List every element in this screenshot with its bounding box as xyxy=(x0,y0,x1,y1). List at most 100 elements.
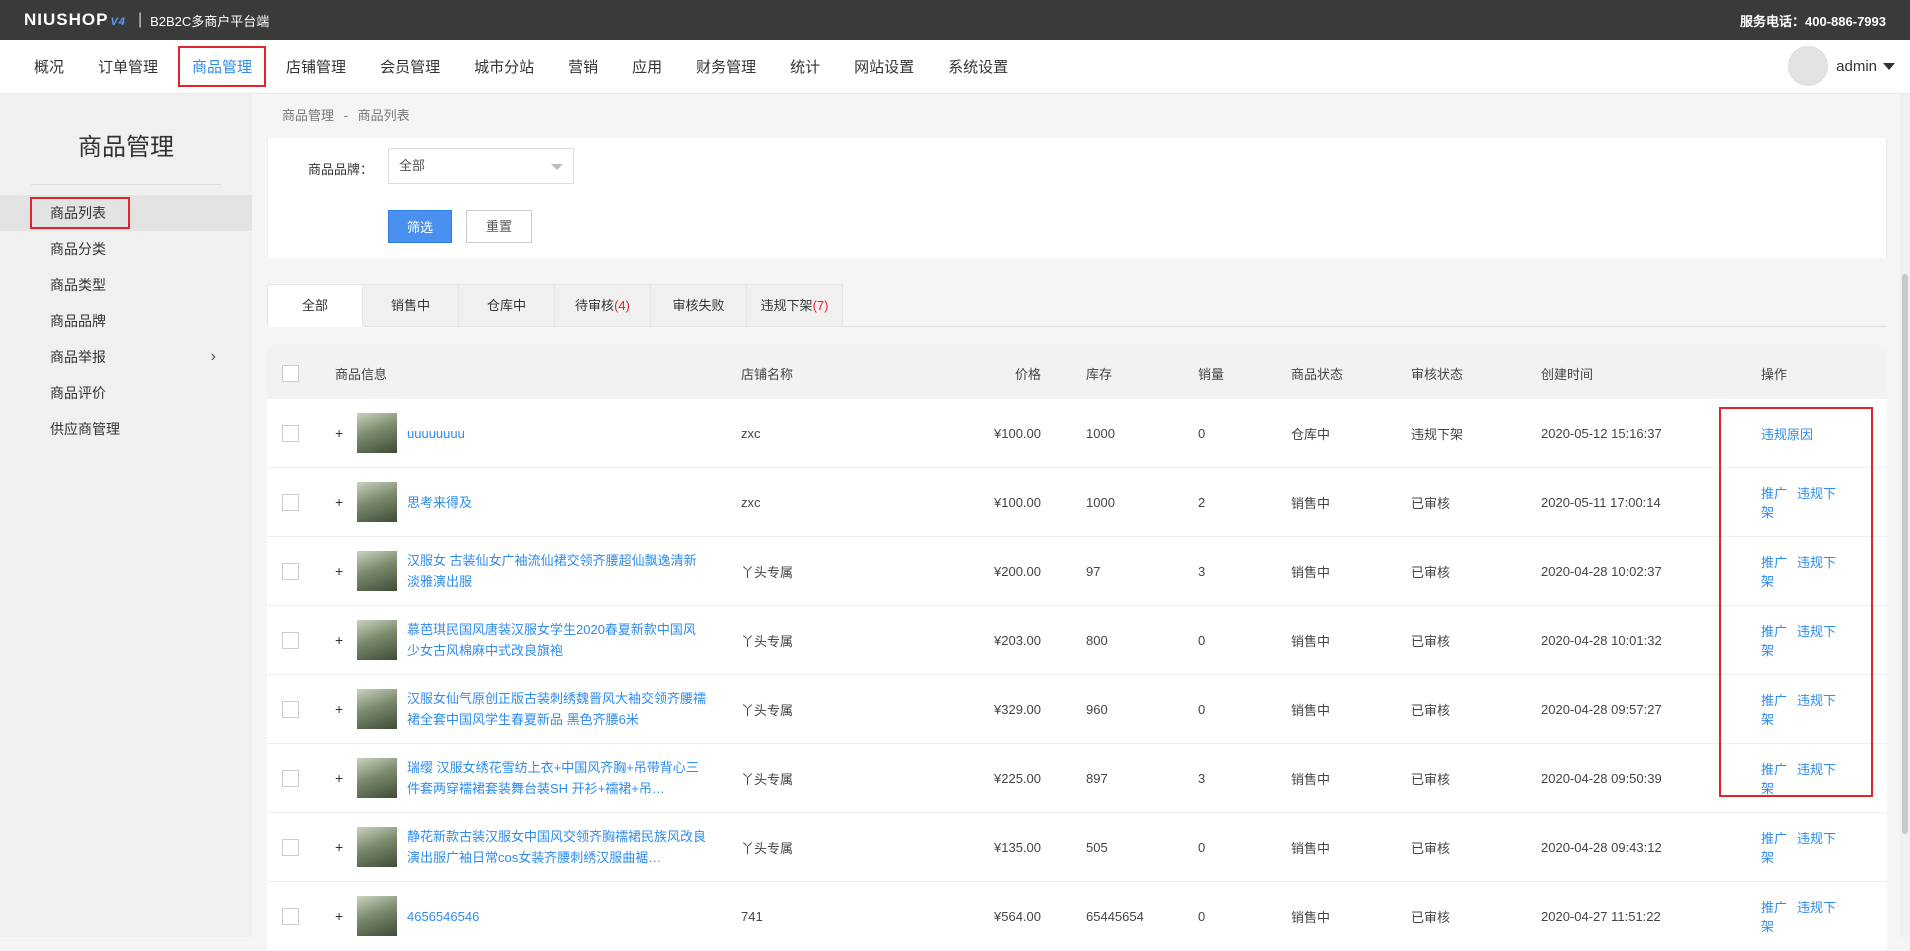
tab-pending-audit[interactable]: 待审核(4) xyxy=(555,284,651,327)
row-checkbox[interactable] xyxy=(282,769,299,787)
nav-members[interactable]: 会员管理 xyxy=(368,48,452,85)
tab-violation[interactable]: 违规下架(7) xyxy=(747,284,843,327)
tab-on-sale[interactable]: 销售中 xyxy=(363,284,459,327)
goods-name-link[interactable]: 静花新款古装汉服女中国风交领齐胸襦裙民族风改良演出服广袖日常cos女装齐腰刺绣汉… xyxy=(407,826,707,868)
audit-status: 已审核 xyxy=(1411,495,1451,511)
sidebar-item-goods-review[interactable]: 商品评价 xyxy=(0,375,252,411)
expand-icon[interactable]: + xyxy=(335,839,357,855)
sidebar-item-goods-brand[interactable]: 商品品牌 xyxy=(0,303,252,339)
row-check-cell xyxy=(267,493,335,511)
user-menu[interactable]: admin xyxy=(1788,46,1895,86)
nav-overview[interactable]: 概况 xyxy=(22,48,76,85)
audit-status: 已审核 xyxy=(1411,564,1451,580)
price: ¥200.00 xyxy=(994,563,1041,579)
table-row: + 瑞缨 汉服女绣花雪纺上衣+中国风齐胸+吊带背心三件套两穿襦裙套装舞台装SH 开… xyxy=(267,744,1887,813)
highlight-box xyxy=(30,197,130,229)
expand-icon[interactable]: + xyxy=(335,494,357,510)
tab-audit-failed[interactable]: 审核失败 xyxy=(651,284,747,327)
row-checkbox[interactable] xyxy=(282,493,299,511)
row-check-cell xyxy=(267,562,335,580)
expand-icon[interactable]: + xyxy=(335,563,357,579)
row-check-cell xyxy=(267,631,335,649)
goods-status: 销售中 xyxy=(1291,771,1331,787)
filter-button[interactable]: 筛选 xyxy=(388,210,452,243)
tab-all[interactable]: 全部 xyxy=(267,284,363,327)
header-sales: 销量 xyxy=(1198,366,1225,382)
sidebar-item-supplier[interactable]: 供应商管理 xyxy=(0,411,252,447)
expand-icon[interactable]: + xyxy=(335,632,357,648)
expand-icon[interactable]: + xyxy=(335,770,357,786)
avatar xyxy=(1788,46,1829,86)
row-checkbox[interactable] xyxy=(282,562,299,580)
sidebar: 商品管理 商品列表 商品分类 商品类型 商品品牌 商品举报 › 商品评价 供应商管… xyxy=(0,94,252,937)
status-tabs: 全部 销售中 仓库中 待审核(4) 审核失败 违规下架(7) xyxy=(267,284,1887,327)
nav-finance[interactable]: 财务管理 xyxy=(684,48,768,85)
nav-marketing[interactable]: 营销 xyxy=(556,48,610,85)
nav-goods[interactable]: 商品管理 xyxy=(178,46,267,87)
goods-name-link[interactable]: 思考来得及 xyxy=(407,492,707,513)
created-time: 2020-05-12 15:16:37 xyxy=(1541,425,1662,441)
sidebar-item-goods-report[interactable]: 商品举报 › xyxy=(0,339,252,375)
brand-select-value: 全部 xyxy=(399,158,426,173)
expand-icon[interactable]: + xyxy=(335,425,357,441)
row-checkbox[interactable] xyxy=(282,907,299,925)
header-op: 操作 xyxy=(1761,366,1788,382)
op-link-primary[interactable]: 推广 xyxy=(1761,831,1787,846)
nav-city-sites[interactable]: 城市分站 xyxy=(462,48,546,85)
highlight-box xyxy=(1719,407,1873,797)
tab-in-stock[interactable]: 仓库中 xyxy=(459,284,555,327)
tab-label: 仓库中 xyxy=(486,298,526,313)
goods-status: 销售中 xyxy=(1291,909,1331,925)
caret-down-icon xyxy=(1883,62,1895,70)
goods-name-link[interactable]: 瑞缨 汉服女绣花雪纺上衣+中国风齐胸+吊带背心三件套两穿襦裙套装舞台装SH 开衫… xyxy=(407,757,707,799)
row-check-cell xyxy=(267,424,335,442)
expand-icon[interactable]: + xyxy=(335,908,357,924)
reset-button[interactable]: 重置 xyxy=(466,210,532,243)
goods-name-link[interactable]: uuuuuuuu xyxy=(407,423,707,444)
stock: 960 xyxy=(1086,701,1108,717)
select-all-checkbox[interactable] xyxy=(282,364,299,382)
nav-stats[interactable]: 统计 xyxy=(778,48,832,85)
expand-icon[interactable]: + xyxy=(335,701,357,717)
sidebar-item-goods-list[interactable]: 商品列表 xyxy=(0,195,252,231)
table-row: + 汉服女仙气原创正版古装刺绣魏晋风大袖交领齐腰襦裙全套中国风学生春夏新品 黑色齐… xyxy=(267,675,1887,744)
brand-select[interactable]: 全部 xyxy=(388,148,574,184)
sales: 0 xyxy=(1198,632,1206,648)
breadcrumb-root[interactable]: 商品管理 xyxy=(282,108,334,123)
goods-name-link[interactable]: 4656546546 xyxy=(407,906,707,927)
audit-status: 违规下架 xyxy=(1411,426,1464,442)
operations: 推广 违规下架 xyxy=(1736,828,1856,866)
sidebar-item-goods-category[interactable]: 商品分类 xyxy=(0,231,252,267)
price: ¥225.00 xyxy=(994,770,1041,786)
nav-system-settings[interactable]: 系统设置 xyxy=(936,48,1020,85)
tab-label: 违规下架 xyxy=(760,298,813,313)
nav-site-settings[interactable]: 网站设置 xyxy=(842,48,926,85)
goods-table: 商品信息 店铺名称 价格 库存 销量 商品状态 审核状态 创建时间 操作 + uu… xyxy=(267,347,1887,951)
logo: NIUSHOP V4 xyxy=(24,10,126,29)
goods-info: + 汉服女仙气原创正版古装刺绣魏晋风大袖交领齐腰襦裙全套中国风学生春夏新品 黑色齐… xyxy=(335,688,741,730)
price: ¥203.00 xyxy=(994,632,1041,648)
scrollbar[interactable] xyxy=(1900,94,1910,937)
goods-name-link[interactable]: 慕芭琪民国风唐装汉服女学生2020春夏新款中国风少女古风棉麻中式改良旗袍 xyxy=(407,619,707,661)
table-row: + 慕芭琪民国风唐装汉服女学生2020春夏新款中国风少女古风棉麻中式改良旗袍 丫头专… xyxy=(267,606,1887,675)
scrollbar-thumb[interactable] xyxy=(1902,274,1908,834)
goods-thumbnail xyxy=(357,620,397,660)
op-link-primary[interactable]: 推广 xyxy=(1761,900,1787,915)
nav-shops[interactable]: 店铺管理 xyxy=(274,48,358,85)
row-checkbox[interactable] xyxy=(282,631,299,649)
goods-name-link[interactable]: 汉服女 古装仙女广袖流仙裙交领齐腰超仙飘逸清新淡雅演出服 xyxy=(407,550,707,592)
goods-name-link[interactable]: 汉服女仙气原创正版古装刺绣魏晋风大袖交领齐腰襦裙全套中国风学生春夏新品 黑色齐腰… xyxy=(407,688,707,730)
table-row: + 汉服女 古装仙女广袖流仙裙交领齐腰超仙飘逸清新淡雅演出服 丫头专属 ¥200.00… xyxy=(267,537,1887,606)
sidebar-item-goods-type[interactable]: 商品类型 xyxy=(0,267,252,303)
sidebar-item-label: 供应商管理 xyxy=(50,421,120,437)
top-bar: NIUSHOP V4 | B2B2C多商户平台端 服务电话：400-886-799… xyxy=(0,0,1910,40)
header-time: 创建时间 xyxy=(1541,366,1594,382)
row-checkbox[interactable] xyxy=(282,424,299,442)
nav-apps[interactable]: 应用 xyxy=(620,48,674,85)
brand-label: 商品品牌： xyxy=(308,162,374,177)
nav-orders[interactable]: 订单管理 xyxy=(86,48,170,85)
row-checkbox[interactable] xyxy=(282,838,299,856)
created-time: 2020-04-27 11:51:22 xyxy=(1541,908,1661,924)
shop-name: 741 xyxy=(741,908,763,924)
row-checkbox[interactable] xyxy=(282,700,299,718)
